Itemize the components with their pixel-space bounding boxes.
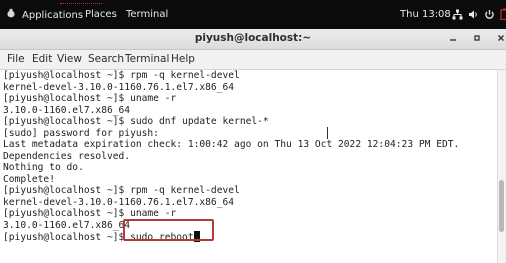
window-controls	[447, 31, 506, 45]
top-bar: Applications Places Terminal Thu 13:08	[0, 0, 506, 29]
terminal-line: kernel-devel-3.10.0-1160.76.1.el7.x86_64	[3, 196, 235, 208]
menu-edit[interactable]: Edit	[32, 53, 52, 65]
volume-icon	[468, 9, 479, 25]
prompt: [piyush@localhost ~]$	[3, 232, 131, 243]
terminal-window: piyush@localhost:~ File Edit View Search…	[0, 29, 506, 263]
places-menu[interactable]: Places	[85, 8, 117, 21]
terminal-line: [piyush@localhost ~]$ uname -r	[3, 93, 177, 104]
terminal-line: [piyush@localhost ~]$ sudo dnf update ke…	[3, 116, 269, 127]
annotation-scribble	[60, 0, 102, 4]
terminal-line: 3.10.0-1160.el7.x86_64	[3, 104, 131, 116]
applications-icon	[6, 8, 16, 23]
terminal-menubar: File Edit View Search Terminal Help	[0, 50, 506, 70]
battery-icon	[500, 8, 506, 25]
menu-search[interactable]: Search	[88, 53, 124, 65]
menu-file[interactable]: File	[7, 53, 25, 65]
mouse-ibeam-icon	[327, 127, 331, 139]
terminal-line: [piyush@localhost ~]$ rpm -q kernel-deve…	[3, 70, 240, 81]
terminal-line: Nothing to do.	[3, 162, 84, 173]
menu-view[interactable]: View	[57, 53, 82, 65]
terminal-app-menu[interactable]: Terminal	[126, 8, 168, 21]
clock[interactable]: Thu 13:08	[400, 8, 451, 21]
terminal-line: kernel-devel-3.10.0-1160.76.1.el7.x86_64	[3, 81, 235, 93]
terminal-line: [piyush@localhost ~]$ rpm -q kernel-deve…	[3, 185, 240, 196]
terminal-line: Complete!	[3, 173, 55, 185]
window-titlebar[interactable]: piyush@localhost:~	[0, 29, 506, 50]
minimize-icon[interactable]	[447, 31, 459, 45]
terminal-line: [piyush@localhost ~]$ uname -r	[3, 208, 177, 219]
scrollbar[interactable]	[497, 70, 506, 263]
maximize-icon[interactable]	[471, 31, 483, 45]
terminal-line: Last metadata expiration check: 1:00:42 …	[3, 139, 460, 150]
window-title: piyush@localhost:~	[194, 32, 312, 44]
power-icon	[484, 9, 495, 25]
network-icon	[452, 9, 463, 25]
applications-label: Applications	[22, 10, 84, 21]
terminal-line: 3.10.0-1160.el7.x86_64	[3, 219, 131, 231]
terminal-line: Dependencies resolved.	[3, 150, 131, 162]
menu-terminal[interactable]: Terminal	[125, 53, 169, 65]
command-highlight-box	[123, 219, 214, 241]
close-icon[interactable]	[495, 31, 506, 45]
applications-menu[interactable]: Applications	[6, 8, 83, 23]
terminal-prompt-line[interactable]: [piyush@localhost ~]$ sudo reboot	[3, 231, 497, 243]
terminal-output[interactable]: [piyush@localhost ~]$ rpm -q kernel-deve…	[0, 70, 497, 263]
menu-help[interactable]: Help	[171, 53, 195, 65]
scrollbar-thumb[interactable]	[499, 180, 504, 232]
system-status-area[interactable]	[452, 8, 506, 25]
terminal-line: [sudo] password for piyush:	[3, 127, 159, 139]
